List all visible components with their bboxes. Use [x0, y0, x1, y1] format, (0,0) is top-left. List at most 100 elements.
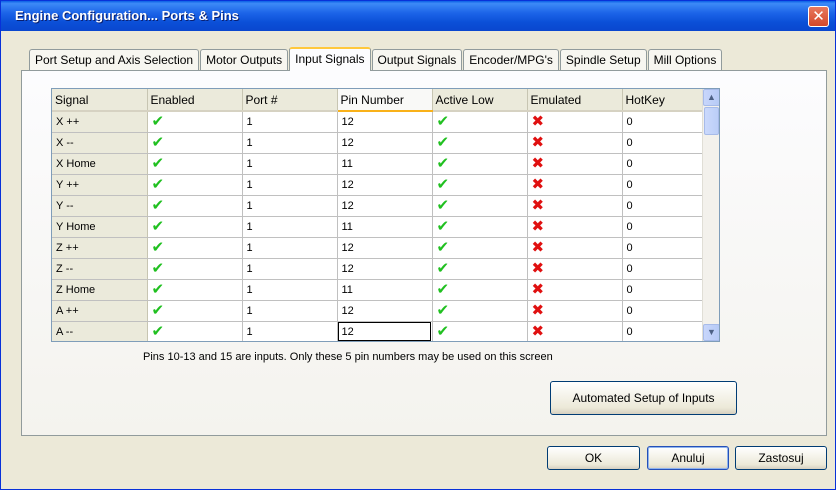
pin-number-cell[interactable]: 12 [337, 321, 433, 341]
automated-setup-button[interactable]: Automated Setup of Inputs [550, 381, 737, 415]
hotkey-cell[interactable]: 0 [622, 216, 703, 238]
pin-number-cell[interactable]: 12 [337, 174, 433, 196]
table-row[interactable]: A ++ ✔ 1 12 ✔ ✖ 0 [52, 300, 703, 322]
table-row[interactable]: A -- ✔ 1 12 ✔ ✖ 0 [52, 321, 703, 341]
tab-encoder-mpg-s[interactable]: Encoder/MPG's [463, 49, 559, 71]
input-signals-grid[interactable]: Signal Enabled Port # Pin Number Active Low E… [51, 88, 720, 342]
table-row[interactable]: Y Home ✔ 1 11 ✔ ✖ 0 [52, 216, 703, 238]
pin-number-cell[interactable]: 12 [337, 195, 433, 217]
hotkey-cell[interactable]: 0 [622, 174, 703, 196]
port-cell[interactable]: 1 [242, 174, 338, 196]
signal-cell[interactable]: X -- [52, 132, 148, 154]
emulated-cell[interactable]: ✖ [527, 174, 623, 196]
enabled-cell[interactable]: ✔ [147, 258, 243, 280]
emulated-cell[interactable]: ✖ [527, 111, 623, 133]
tab-mill-options[interactable]: Mill Options [647, 49, 723, 71]
port-cell[interactable]: 1 [242, 111, 338, 133]
port-cell[interactable]: 1 [242, 279, 338, 301]
hotkey-cell[interactable]: 0 [622, 132, 703, 154]
active-low-cell[interactable]: ✔ [432, 195, 528, 217]
pin-number-cell[interactable]: 12 [337, 111, 433, 133]
emulated-cell[interactable]: ✖ [527, 300, 623, 322]
scroll-up-button[interactable]: ▲ [703, 89, 719, 106]
hotkey-cell[interactable]: 0 [622, 300, 703, 322]
column-header-port[interactable]: Port # [242, 89, 338, 112]
emulated-cell[interactable]: ✖ [527, 195, 623, 217]
enabled-cell[interactable]: ✔ [147, 321, 243, 341]
enabled-cell[interactable]: ✔ [147, 174, 243, 196]
active-low-cell[interactable]: ✔ [432, 321, 528, 341]
enabled-cell[interactable]: ✔ [147, 300, 243, 322]
signal-cell[interactable]: A ++ [52, 300, 148, 322]
tab-input-signals[interactable]: Input Signals [289, 47, 371, 71]
active-low-cell[interactable]: ✔ [432, 132, 528, 154]
scroll-down-button[interactable]: ▼ [703, 324, 719, 341]
signal-cell[interactable]: A -- [52, 321, 148, 341]
column-header-signal[interactable]: Signal [52, 89, 148, 112]
pin-number-cell[interactable]: 12 [337, 258, 433, 280]
pin-number-cell[interactable]: 11 [337, 153, 433, 175]
table-row[interactable]: X ++ ✔ 1 12 ✔ ✖ 0 [52, 111, 703, 133]
pin-number-cell[interactable]: 11 [337, 216, 433, 238]
signal-cell[interactable]: Z ++ [52, 237, 148, 259]
hotkey-cell[interactable]: 0 [622, 258, 703, 280]
cancel-button[interactable]: Anuluj [647, 446, 729, 470]
active-low-cell[interactable]: ✔ [432, 111, 528, 133]
emulated-cell[interactable]: ✖ [527, 321, 623, 341]
hotkey-cell[interactable]: 0 [622, 279, 703, 301]
port-cell[interactable]: 1 [242, 321, 338, 341]
enabled-cell[interactable]: ✔ [147, 216, 243, 238]
scroll-thumb[interactable] [704, 107, 719, 135]
signal-cell[interactable]: Z Home [52, 279, 148, 301]
enabled-cell[interactable]: ✔ [147, 153, 243, 175]
active-low-cell[interactable]: ✔ [432, 237, 528, 259]
table-row[interactable]: Y -- ✔ 1 12 ✔ ✖ 0 [52, 195, 703, 217]
port-cell[interactable]: 1 [242, 216, 338, 238]
signal-cell[interactable]: Y -- [52, 195, 148, 217]
enabled-cell[interactable]: ✔ [147, 195, 243, 217]
column-header-active-low[interactable]: Active Low [432, 89, 528, 112]
port-cell[interactable]: 1 [242, 195, 338, 217]
active-low-cell[interactable]: ✔ [432, 153, 528, 175]
column-header-hotkey[interactable]: HotKey [622, 89, 703, 112]
emulated-cell[interactable]: ✖ [527, 132, 623, 154]
table-row[interactable]: X -- ✔ 1 12 ✔ ✖ 0 [52, 132, 703, 154]
column-header-pin-number[interactable]: Pin Number [337, 89, 433, 112]
port-cell[interactable]: 1 [242, 258, 338, 280]
table-row[interactable]: X Home ✔ 1 11 ✔ ✖ 0 [52, 153, 703, 175]
port-cell[interactable]: 1 [242, 153, 338, 175]
vertical-scrollbar[interactable]: ▲ ▼ [702, 89, 719, 341]
emulated-cell[interactable]: ✖ [527, 153, 623, 175]
table-row[interactable]: Z Home ✔ 1 11 ✔ ✖ 0 [52, 279, 703, 301]
hotkey-cell[interactable]: 0 [622, 153, 703, 175]
tab-output-signals[interactable]: Output Signals [371, 49, 463, 71]
port-cell[interactable]: 1 [242, 300, 338, 322]
emulated-cell[interactable]: ✖ [527, 279, 623, 301]
column-header-emulated[interactable]: Emulated [527, 89, 623, 112]
apply-button[interactable]: Zastosuj [735, 446, 827, 470]
active-low-cell[interactable]: ✔ [432, 300, 528, 322]
signal-cell[interactable]: Y ++ [52, 174, 148, 196]
title-bar[interactable]: Engine Configuration... Ports & Pins ✕ [1, 1, 835, 31]
enabled-cell[interactable]: ✔ [147, 111, 243, 133]
hotkey-cell[interactable]: 0 [622, 195, 703, 217]
table-row[interactable]: Y ++ ✔ 1 12 ✔ ✖ 0 [52, 174, 703, 196]
enabled-cell[interactable]: ✔ [147, 279, 243, 301]
column-header-enabled[interactable]: Enabled [147, 89, 243, 112]
tab-motor-outputs[interactable]: Motor Outputs [200, 49, 289, 71]
emulated-cell[interactable]: ✖ [527, 258, 623, 280]
emulated-cell[interactable]: ✖ [527, 237, 623, 259]
tab-spindle-setup[interactable]: Spindle Setup [559, 49, 647, 71]
hotkey-cell[interactable]: 0 [622, 321, 703, 341]
enabled-cell[interactable]: ✔ [147, 237, 243, 259]
emulated-cell[interactable]: ✖ [527, 216, 623, 238]
active-low-cell[interactable]: ✔ [432, 216, 528, 238]
signal-cell[interactable]: Z -- [52, 258, 148, 280]
active-low-cell[interactable]: ✔ [432, 279, 528, 301]
signal-cell[interactable]: X ++ [52, 111, 148, 133]
port-cell[interactable]: 1 [242, 132, 338, 154]
tab-port-setup-and-axis-selection[interactable]: Port Setup and Axis Selection [29, 49, 200, 71]
close-button[interactable]: ✕ [808, 6, 829, 27]
port-cell[interactable]: 1 [242, 237, 338, 259]
signal-cell[interactable]: Y Home [52, 216, 148, 238]
